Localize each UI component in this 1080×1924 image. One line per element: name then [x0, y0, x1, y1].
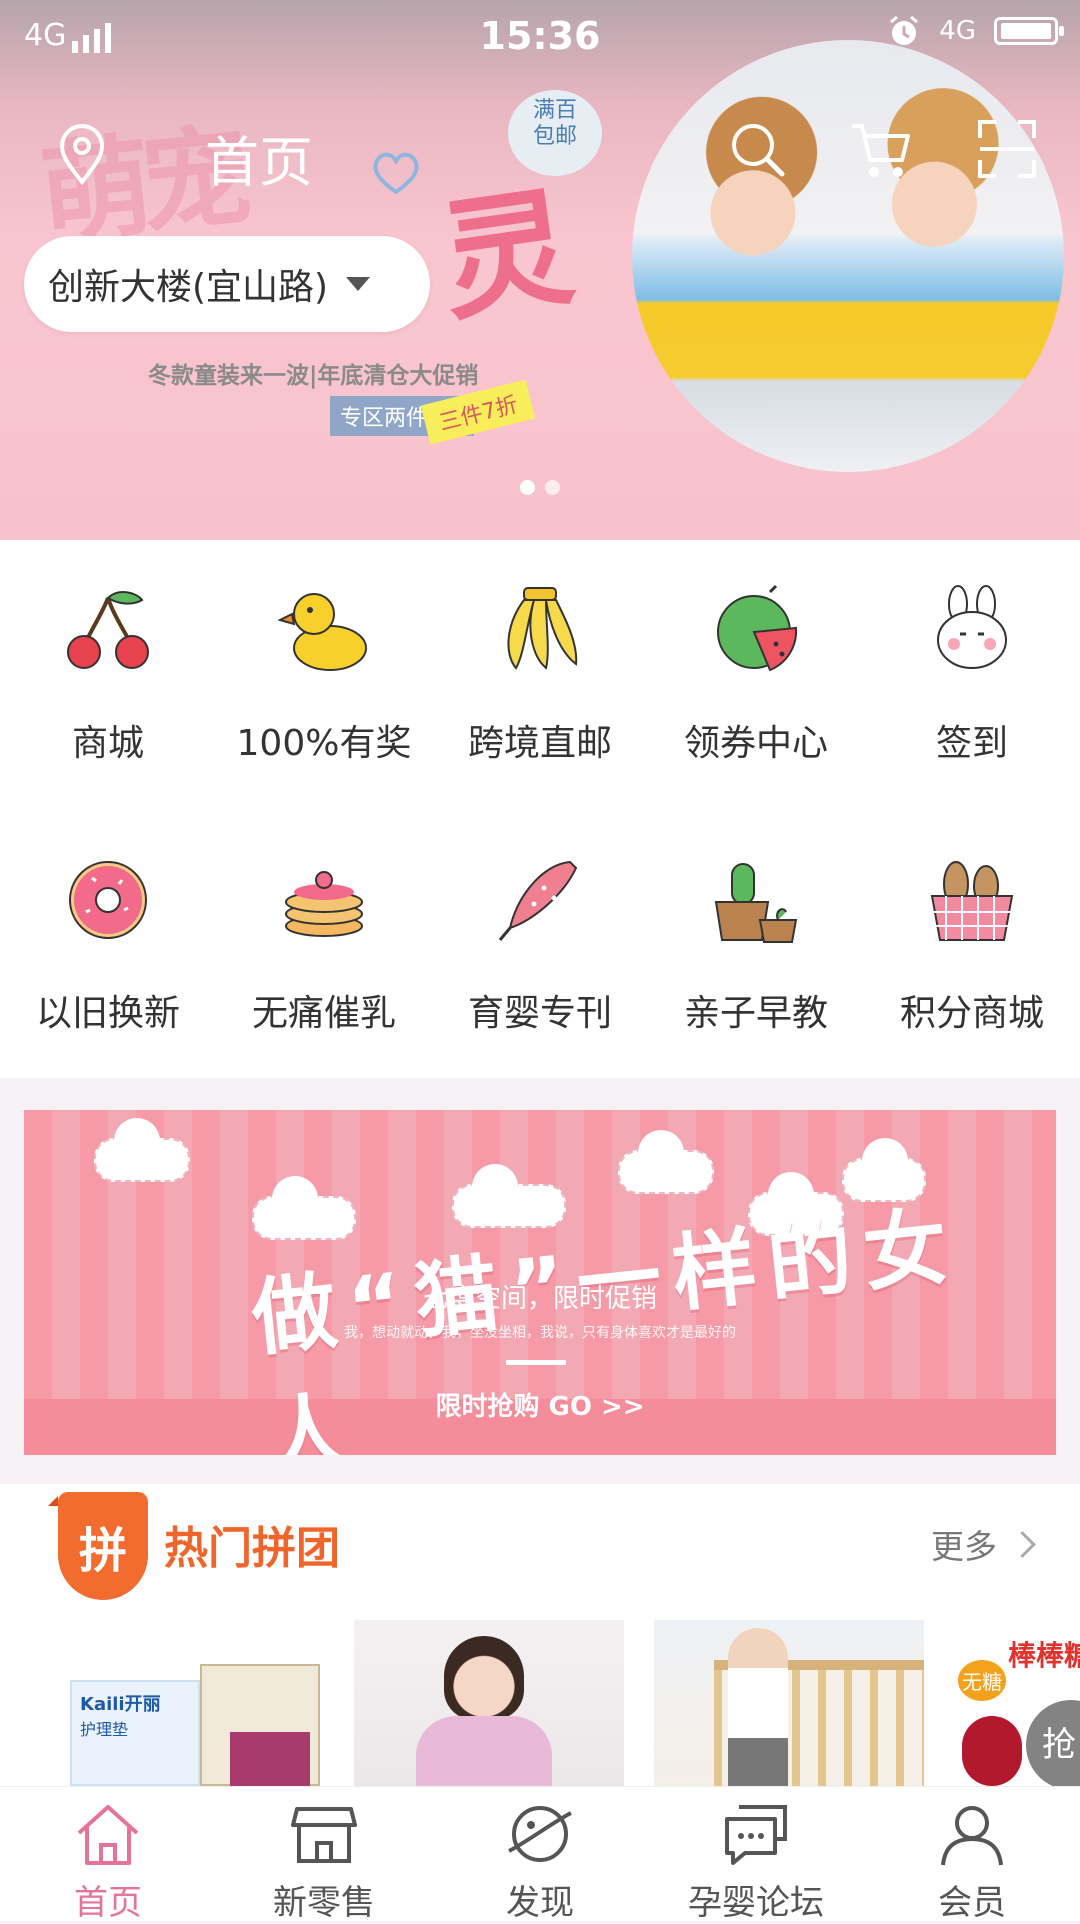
scan-icon[interactable]: [978, 120, 1036, 178]
category-label: 跨境直邮: [467, 723, 612, 764]
cherry-icon: [67, 591, 149, 669]
category-label: 以旧换新: [35, 993, 180, 1034]
category-checkin[interactable]: 签到: [864, 540, 1080, 810]
home-icon: [77, 1805, 139, 1865]
product-image-dress: [416, 1716, 552, 1786]
tab-label: 会员: [938, 1883, 1006, 1923]
category-lactation[interactable]: 无痛催乳: [216, 810, 432, 1078]
category-label: 签到: [935, 723, 1008, 764]
cloud-decoration: [94, 1118, 190, 1182]
tab-forum[interactable]: 孕婴论坛: [648, 1787, 864, 1923]
bunny-icon: [937, 585, 1007, 669]
cart-icon[interactable]: [850, 120, 912, 180]
more-label: 更多: [931, 1527, 997, 1566]
location-selector[interactable]: 创新大楼(宜山路): [24, 236, 431, 332]
more-link[interactable]: 更多: [931, 1520, 1036, 1568]
network-type-right: 4G: [939, 16, 976, 46]
category-label: 领券中心: [683, 723, 828, 764]
group-badge: 拼: [48, 1492, 148, 1600]
product-brand: Kaili开丽: [80, 1694, 161, 1715]
tab-member[interactable]: 会员: [864, 1787, 1080, 1923]
category-prize[interactable]: 100%有奖: [216, 540, 432, 810]
tab-home[interactable]: 首页: [0, 1787, 216, 1923]
cloud-decoration: [252, 1176, 356, 1240]
category-points-mall[interactable]: 积分商城: [864, 810, 1080, 1078]
kids-photo: [632, 40, 1064, 472]
user-icon: [941, 1806, 1003, 1866]
promo-banner[interactable]: 做“猫”一样的女人 七度空间，限时促销 我，想动就动，我，坐没坐相，我说，只有身…: [24, 1110, 1056, 1455]
category-label: 积分商城: [899, 993, 1044, 1034]
category-tradein[interactable]: 以旧换新: [0, 810, 216, 1078]
dropdown-caret-icon: [346, 277, 371, 291]
tab-new-retail[interactable]: 新零售: [216, 1787, 432, 1923]
tab-discover[interactable]: 发现: [432, 1787, 648, 1923]
grab-button[interactable]: 抢: [1026, 1700, 1080, 1786]
banner-small-text: 我，想动就动，我，坐没坐相，我说，只有身体喜欢才是最好的: [344, 1325, 736, 1341]
category-label: 100%有奖: [236, 723, 412, 764]
banner-divider: [506, 1360, 566, 1365]
heart-icon: [373, 152, 419, 194]
banner-subtitle: 七度空间，限时促销: [422, 1284, 657, 1314]
search-icon[interactable]: [728, 120, 786, 178]
tab-label: 孕婴论坛: [688, 1883, 824, 1923]
group-buy-section: 拼 热门拼团 更多 Kaili开丽 护理垫 无糖 棒棒糖 抢: [0, 1484, 1080, 1786]
watermelon-icon: [717, 584, 798, 672]
banner-cta[interactable]: 限时抢购 GO >>: [24, 1386, 1056, 1423]
cactus-icon: [714, 863, 798, 943]
planet-icon: [508, 1806, 572, 1862]
cloud-decoration: [618, 1130, 714, 1194]
battery-icon: [994, 17, 1064, 45]
product-tag: 无糖: [958, 1660, 1006, 1701]
product-card[interactable]: [354, 1620, 624, 1786]
product-image-pads: Kaili开丽 护理垫: [70, 1680, 200, 1786]
product-card[interactable]: Kaili开丽 护理垫: [60, 1620, 330, 1786]
location-pin-icon[interactable]: [58, 124, 106, 186]
product-caption: 护理垫: [80, 1720, 129, 1739]
duck-icon: [278, 593, 367, 671]
category-parenting-mag[interactable]: 育婴专刊: [432, 810, 648, 1078]
category-mall[interactable]: 商城: [0, 540, 216, 810]
alarm-icon: [890, 15, 919, 45]
donut-icon: [69, 861, 147, 939]
chat-icon: [725, 1805, 787, 1865]
bottom-nav: 首页 新零售 发现 孕婴论坛 会员: [0, 1786, 1080, 1923]
hero-banner[interactable]: 4G 15:36 4G 萌宠 灵 满百 包邮 首页 创新大楼(宜山路) 冬款童装…: [0, 0, 1080, 540]
section-title: 热门拼团: [164, 1523, 340, 1574]
product-card[interactable]: [654, 1620, 924, 1786]
bread-basket-icon: [930, 861, 1014, 941]
product-caption: 棒棒糖: [1008, 1639, 1080, 1672]
category-grid: 商城 100%有奖 跨境直邮 领券中心 签到 以旧换新 无痛催乳 育婴专刊 亲子…: [0, 540, 1080, 1078]
page-title: 首页: [205, 131, 313, 194]
location-text: 创新大楼(宜山路): [48, 267, 329, 308]
category-label: 育婴专刊: [467, 993, 612, 1034]
product-image-box: [230, 1732, 310, 1786]
banana-icon: [507, 587, 578, 670]
umbrella-icon: [498, 860, 578, 941]
category-label: 无痛催乳: [251, 993, 396, 1034]
tab-label: 首页: [74, 1883, 142, 1923]
category-coupon[interactable]: 领券中心: [648, 540, 864, 810]
category-early-edu[interactable]: 亲子早教: [648, 810, 864, 1078]
product-image-girl: [444, 1636, 524, 1720]
free-shipping-badge: 满百 包邮: [508, 90, 602, 176]
product-image-mother: [728, 1628, 788, 1786]
category-label: 商城: [71, 723, 144, 764]
tab-label: 新零售: [273, 1883, 375, 1923]
store-icon: [291, 1807, 357, 1863]
tab-label: 发现: [506, 1883, 574, 1923]
status-icons: 4G: [887, 14, 1064, 48]
promo-line: 冬款童装来一波|年底清仓大促销: [148, 363, 479, 389]
category-label: 亲子早教: [683, 993, 828, 1034]
carousel-dots: [520, 480, 560, 495]
pancake-icon: [285, 871, 363, 937]
product-image-candy: [962, 1716, 1022, 1786]
chevron-right-icon: [1009, 1530, 1036, 1558]
category-crossborder[interactable]: 跨境直邮: [432, 540, 648, 810]
product-card[interactable]: 无糖 棒棒糖 抢: [950, 1620, 1080, 1786]
